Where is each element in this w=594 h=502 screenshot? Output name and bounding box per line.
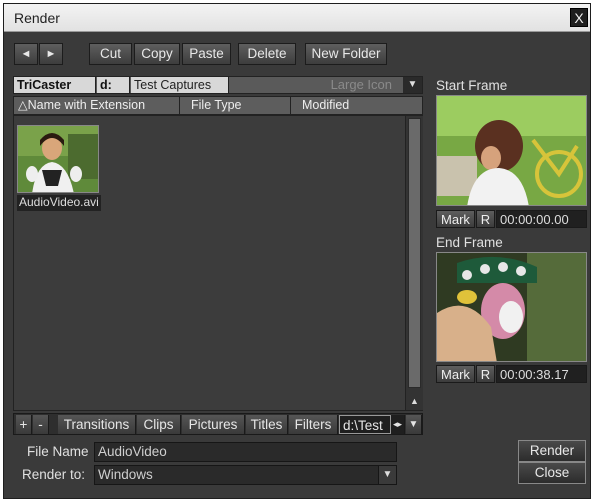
vertical-scrollbar[interactable]: ▲ [405, 116, 423, 410]
tab-transitions[interactable]: Transitions [58, 415, 136, 434]
column-modified-header[interactable]: Modified [292, 97, 422, 114]
tab-path[interactable]: d:\Test [339, 415, 391, 434]
window-title: Render [14, 10, 60, 26]
start-frame-image [437, 96, 586, 205]
tab-filters[interactable]: Filters [289, 415, 338, 434]
start-mark-button[interactable]: Mark [436, 210, 475, 228]
add-tab-button[interactable]: + [16, 415, 32, 434]
sort-ascending-icon: △ [18, 98, 28, 112]
folder-label[interactable]: Test Captures [131, 77, 229, 93]
thumbnail-image [18, 126, 98, 192]
file-name-label: File Name [27, 444, 89, 459]
file-thumbnail[interactable] [17, 125, 99, 193]
bin-tabs-bar: + - Transitions Clips Pictures Titles Fi… [13, 413, 423, 435]
scrollbar-thumb[interactable] [408, 118, 421, 388]
end-frame-preview [436, 252, 587, 362]
file-browser-panel: AudioVideo.avi ▲ [13, 115, 423, 411]
render-button[interactable]: Render [518, 440, 586, 462]
end-mark-button[interactable]: Mark [436, 365, 475, 383]
paste-button[interactable]: Paste [182, 43, 231, 65]
view-mode-dropdown-icon[interactable]: ▼ [403, 77, 422, 93]
tab-dropdown-icon[interactable]: ▼ [406, 415, 422, 434]
end-reset-button[interactable]: R [476, 365, 495, 383]
delete-button[interactable]: Delete [238, 43, 296, 65]
tab-clips[interactable]: Clips [137, 415, 181, 434]
host-label[interactable]: TriCaster [14, 77, 96, 93]
scroll-up-icon[interactable]: ▲ [408, 394, 421, 408]
tab-titles[interactable]: Titles [246, 415, 288, 434]
close-window-button[interactable]: X [570, 8, 588, 27]
start-reset-button[interactable]: R [476, 210, 495, 228]
start-timecode-field[interactable]: 00:00:00.00 [496, 210, 587, 228]
tab-scroll-arrows-icon[interactable]: ◂▸ [391, 415, 405, 434]
close-button[interactable]: Close [518, 462, 586, 484]
column-name-header[interactable]: △Name with Extension [14, 97, 180, 114]
new-folder-button[interactable]: New Folder [305, 43, 387, 65]
tab-pictures[interactable]: Pictures [182, 415, 245, 434]
render-to-dropdown-icon[interactable]: ▼ [378, 466, 396, 484]
file-name-input[interactable]: AudioVideo [94, 442, 397, 462]
remove-tab-button[interactable]: - [33, 415, 49, 434]
forward-arrow-button[interactable]: ► [39, 43, 63, 65]
column-header-row: △Name with Extension File Type Modified [13, 96, 423, 115]
start-frame-label: Start Frame [436, 78, 508, 93]
render-to-select[interactable]: Windows ▼ [94, 465, 397, 485]
back-arrow-button[interactable]: ◄ [14, 43, 38, 65]
start-frame-preview [436, 95, 587, 206]
column-type-header[interactable]: File Type [181, 97, 291, 114]
render-to-value: Windows [98, 467, 153, 482]
column-name-label: Name with Extension [27, 98, 146, 112]
copy-button[interactable]: Copy [134, 43, 180, 65]
view-mode-select[interactable]: Large Icon [230, 77, 402, 93]
render-to-label: Render to: [22, 467, 86, 482]
end-frame-image [437, 253, 586, 361]
cut-button[interactable]: Cut [89, 43, 132, 65]
title-bar: Render X [4, 4, 590, 32]
end-frame-label: End Frame [436, 235, 503, 250]
end-timecode-field[interactable]: 00:00:38.17 [496, 365, 587, 383]
render-dialog: Render X ◄ ► Cut Copy Paste Delete New F… [3, 3, 591, 499]
drive-label[interactable]: d: [97, 77, 130, 93]
file-item-label[interactable]: AudioVideo.avi [17, 195, 101, 211]
location-bar: TriCaster d: Test Captures Large Icon ▼ [13, 76, 423, 94]
